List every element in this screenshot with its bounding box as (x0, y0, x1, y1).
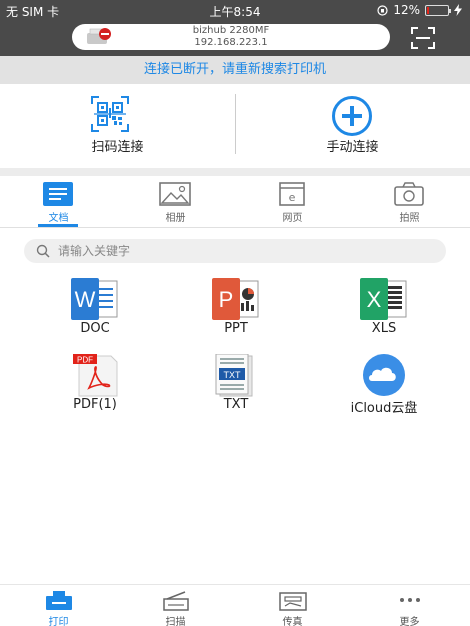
scan-icon (163, 591, 189, 611)
connect-section: 扫码连接 手动连接 (0, 84, 470, 168)
file-type-label: iCloud云盘 (350, 401, 418, 416)
search-input[interactable] (58, 239, 428, 263)
tab-label: 拍照 (399, 213, 420, 224)
manual-connect-label: 手动连接 (326, 140, 379, 155)
scan-connect-label: 扫码连接 (91, 140, 144, 155)
more-icon (400, 598, 420, 602)
svg-text:e: e (289, 191, 296, 204)
printer-ip: 192.168.223.1 (194, 37, 268, 48)
pdf-icon: PDF (73, 354, 118, 397)
tab-label: 文档 (48, 213, 69, 224)
tabbar-scan[interactable]: 扫描 (117, 585, 234, 626)
printer-selector[interactable]: bizhub 2280MF 192.168.223.1 (72, 24, 390, 50)
svg-text:W: W (75, 287, 96, 312)
nav-bar: bizhub 2280MF 192.168.223.1 (0, 20, 470, 56)
icloud-icon (363, 354, 405, 396)
tab-label: 网页 (282, 213, 303, 224)
tabbar-label: 扫描 (165, 617, 186, 626)
file-type-label: PPT (224, 321, 248, 336)
tabbar-label: 更多 (399, 617, 420, 626)
orientation-lock-icon (377, 4, 388, 16)
printer-name: bizhub 2280MF (192, 25, 270, 36)
file-type-doc[interactable]: W DOC (33, 278, 153, 344)
qr-code-icon (91, 96, 129, 132)
file-type-label: DOC (80, 321, 110, 336)
txt-icon: TXT (215, 354, 253, 397)
scan-connect-button[interactable]: 扫码连接 (0, 84, 235, 168)
svg-text:P: P (219, 287, 234, 312)
source-tabs: 文档 相册 e 网页 拍照 (0, 176, 470, 228)
tab-webpage[interactable]: e 网页 (234, 176, 351, 228)
tab-album[interactable]: 相册 (117, 176, 234, 228)
webpage-icon: e (279, 182, 305, 206)
tabbar-print[interactable]: 打印 (0, 585, 117, 626)
excel-icon: X (360, 278, 407, 320)
battery-icon (425, 4, 451, 16)
file-type-pdf[interactable]: PDF PDF(1) (33, 354, 153, 420)
tabbar-label: 传真 (282, 617, 303, 626)
file-type-label: XLS (371, 321, 397, 336)
file-type-txt[interactable]: TXT TXT (174, 354, 294, 420)
powerpoint-icon: P (212, 278, 259, 320)
tab-camera[interactable]: 拍照 (351, 176, 468, 228)
battery-fill (427, 6, 429, 14)
search-icon (36, 244, 50, 258)
tab-label: 相册 (165, 213, 186, 224)
word-icon: W (71, 278, 118, 320)
section-divider (0, 168, 470, 176)
charging-icon (454, 4, 462, 16)
svg-text:X: X (367, 287, 382, 312)
tabbar-label: 打印 (48, 617, 69, 626)
camera-icon (394, 182, 424, 206)
bottom-tab-bar: 打印 扫描 传真 更多 (0, 584, 470, 626)
photo-icon (159, 182, 191, 206)
disconnect-banner[interactable]: 连接已断开，请重新搜索打印机 (0, 56, 470, 84)
file-type-ppt[interactable]: P PPT (174, 278, 294, 344)
tabbar-more[interactable]: 更多 (351, 585, 468, 626)
fax-icon (279, 592, 307, 611)
status-right: 12% (377, 3, 462, 17)
status-bar: 无 SIM 卡 上午8:54 12% (0, 0, 470, 20)
active-tab-indicator (38, 224, 78, 227)
document-icon (43, 182, 73, 206)
tab-documents[interactable]: 文档 (0, 176, 117, 228)
file-type-xls[interactable]: X XLS (322, 278, 442, 344)
file-type-icloud[interactable]: iCloud云盘 (322, 354, 442, 420)
svg-text:TXT: TXT (224, 370, 242, 380)
scan-frame-icon[interactable] (410, 26, 436, 50)
svg-text:PDF: PDF (77, 356, 93, 365)
search-bar (24, 239, 446, 263)
add-circle-icon[interactable] (332, 96, 372, 136)
file-type-label: PDF(1) (73, 397, 117, 412)
tabbar-fax[interactable]: 传真 (234, 585, 351, 626)
file-type-label: TXT (223, 397, 249, 412)
print-icon (46, 591, 72, 610)
battery-percent: 12% (393, 3, 420, 17)
